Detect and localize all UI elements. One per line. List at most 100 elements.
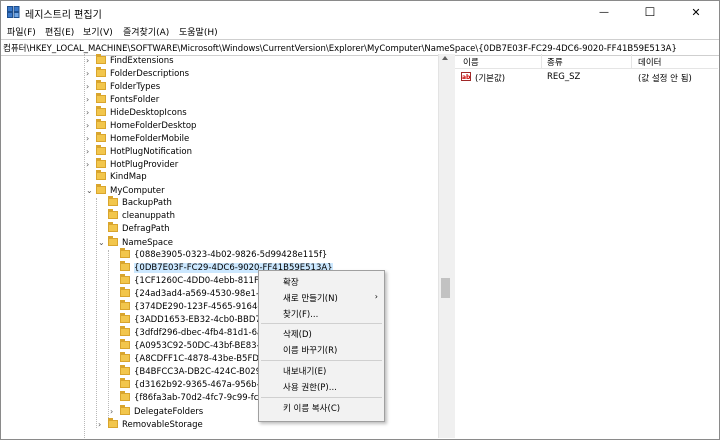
tree-item-homefolderdesktop[interactable]: › HomeFolderDesktop xyxy=(86,118,196,132)
folder-icon xyxy=(120,364,130,375)
expand-icon[interactable]: › xyxy=(86,67,96,80)
tree-item-hidedesktopicons[interactable]: › HideDesktopIcons xyxy=(86,105,187,119)
expand-icon[interactable]: › xyxy=(86,132,96,145)
tree-item-label: {A8CDFF1C-4878-43be-B5FD- xyxy=(134,354,262,364)
context-menu-export[interactable]: 내보내기(E) xyxy=(283,365,326,377)
folder-icon xyxy=(108,221,118,232)
expand-icon[interactable]: › xyxy=(86,106,96,119)
context-menu-new[interactable]: 새로 만들기(N) xyxy=(283,292,338,304)
tree-item-namespace-key[interactable]: {374DE290-123F-4565-9164- xyxy=(110,299,261,314)
tree-item-removablestorage[interactable]: › RemovableStorage xyxy=(98,417,203,431)
menu-file[interactable]: 파일(F) xyxy=(7,25,36,38)
column-header-type[interactable]: 종류 xyxy=(547,56,563,68)
tree-guide-line xyxy=(84,54,85,438)
tree-item-delegatefolders[interactable]: › DelegateFolders xyxy=(110,404,203,418)
tree-item-folderdescriptions[interactable]: › FolderDescriptions xyxy=(86,66,190,80)
menu-help[interactable]: 도움말(H) xyxy=(179,25,218,38)
folder-icon xyxy=(120,312,130,323)
context-menu-rename[interactable]: 이름 바꾸기(R) xyxy=(283,344,337,356)
tree-item-kindmap[interactable]: KindMap xyxy=(86,169,147,184)
tree-item-namespace-key[interactable]: {1CF1260C-4DD0-4ebb-811F- xyxy=(110,273,262,288)
folder-icon xyxy=(96,79,106,90)
tree-item-namespace-key[interactable]: {24ad3ad4-a569-4530-98e1-a xyxy=(110,286,264,301)
close-icon: ✕ xyxy=(691,5,701,19)
tree-item-namespace[interactable]: ⌄ NameSpace xyxy=(98,235,173,249)
tree-item-label: {f86fa3ab-70d2-4fc7-9c99-fcb xyxy=(134,393,264,403)
tree-item-label: FolderTypes xyxy=(110,82,161,92)
expand-icon[interactable]: › xyxy=(86,80,96,93)
menu-favorites[interactable]: 즐겨찾기(A) xyxy=(123,25,169,38)
tree-item-label: DefragPath xyxy=(122,224,170,234)
tree-item-namespace-key[interactable]: {B4BFCC3A-DB2C-424C-B029 xyxy=(110,364,261,379)
menu-edit[interactable]: 편집(E) xyxy=(45,25,74,38)
menu-view[interactable]: 보기(V) xyxy=(83,25,113,38)
tree-item-homefoldermobile[interactable]: › HomeFolderMobile xyxy=(86,131,189,145)
value-type: REG_SZ xyxy=(547,72,581,82)
scrollbar-thumb[interactable] xyxy=(441,278,450,298)
folder-icon xyxy=(108,417,118,428)
tree-guide-line xyxy=(96,198,97,428)
tree-item-label: FolderDescriptions xyxy=(110,69,190,79)
tree-item-defragpath[interactable]: DefragPath xyxy=(98,221,170,236)
tree-item-label: NameSpace xyxy=(122,238,173,248)
tree-item-foldertypes[interactable]: › FolderTypes xyxy=(86,79,161,93)
column-header-data[interactable]: 데이터 xyxy=(638,56,661,68)
expand-icon[interactable]: › xyxy=(86,54,96,67)
tree-item-mycomputer[interactable]: ⌄ MyComputer xyxy=(86,183,165,197)
context-menu-expand[interactable]: 확장 xyxy=(283,276,299,288)
folder-icon xyxy=(96,105,106,116)
value-name: (기본값) xyxy=(475,74,506,84)
tree-item-fontsfolder[interactable]: › FontsFolder xyxy=(86,92,159,106)
value-row[interactable]: ab (기본값) REG_SZ (값 설정 안 됨) xyxy=(455,71,718,84)
context-menu-delete[interactable]: 삭제(D) xyxy=(283,328,312,340)
context-menu-copy-key-name[interactable]: 키 이름 복사(C) xyxy=(283,402,340,414)
tree-item-namespace-key[interactable]: {d3162b92-9365-467a-956b- xyxy=(110,377,260,392)
menu-bar: 파일(F) 편집(E) 보기(V) 즐겨찾기(A) 도움말(H) xyxy=(1,23,719,39)
close-button[interactable]: ✕ xyxy=(673,1,719,23)
tree-item-label: {088e3905-0323-4b02-9826-5d99428e115f} xyxy=(134,250,328,260)
folder-icon xyxy=(108,235,118,246)
expand-icon[interactable]: › xyxy=(110,405,120,418)
folder-icon xyxy=(120,299,130,310)
expand-icon[interactable]: › xyxy=(86,93,96,106)
folder-icon xyxy=(120,390,130,401)
column-divider[interactable] xyxy=(541,54,542,68)
tree-vertical-scrollbar[interactable] xyxy=(438,54,452,438)
tree-guide-line xyxy=(108,250,109,420)
tree-item-label: {1CF1260C-4DD0-4ebb-811F- xyxy=(134,276,262,286)
column-header-name[interactable]: 이름 xyxy=(463,56,479,68)
expand-icon[interactable]: › xyxy=(86,158,96,171)
tree-item-namespace-key[interactable]: {A8CDFF1C-4878-43be-B5FD- xyxy=(110,351,262,366)
expand-icon[interactable]: › xyxy=(98,418,108,431)
values-pane: 이름 종류 데이터 ab (기본값) REG_SZ (값 설정 안 됨) xyxy=(455,54,718,438)
folder-icon xyxy=(120,273,130,284)
tree-item-label: {374DE290-123F-4565-9164- xyxy=(134,302,261,312)
tree-item-findextensions[interactable]: › FindExtensions xyxy=(86,54,174,67)
maximize-button[interactable]: ☐ xyxy=(627,1,673,23)
folder-icon xyxy=(96,144,106,155)
maximize-icon: ☐ xyxy=(644,5,656,19)
address-path[interactable]: 컴퓨터\HKEY_LOCAL_MACHINE\SOFTWARE\Microsof… xyxy=(3,42,677,54)
tree-item-namespace-key[interactable]: {088e3905-0323-4b02-9826-5d99428e115f} xyxy=(110,247,328,262)
tree-item-namespace-key[interactable]: {3dfdf296-dbec-4fb4-81d1-6a xyxy=(110,325,262,340)
expand-icon[interactable]: › xyxy=(86,119,96,132)
context-menu: 확장 새로 만들기(N) › 찾기(F)... 삭제(D) 이름 바꾸기(R) … xyxy=(258,270,385,422)
folder-icon xyxy=(120,338,130,349)
collapse-icon[interactable]: ⌄ xyxy=(86,184,96,197)
tree-item-namespace-key[interactable]: {f86fa3ab-70d2-4fc7-9c99-fcb xyxy=(110,390,264,405)
context-menu-permissions[interactable]: 사용 권한(P)... xyxy=(283,381,337,393)
collapse-icon[interactable]: ⌄ xyxy=(98,236,108,249)
folder-icon xyxy=(108,195,118,206)
tree-item-namespace-key[interactable]: {3ADD1653-EB32-4cb0-BBD7 xyxy=(110,312,261,327)
window-title: 레지스트리 편집기 xyxy=(25,10,102,21)
tree-item-namespace-key[interactable]: {A0953C92-50DC-43bf-BE83- xyxy=(110,338,260,353)
expand-icon[interactable]: › xyxy=(86,145,96,158)
folder-icon xyxy=(120,260,130,271)
column-divider[interactable] xyxy=(631,54,632,68)
minimize-icon: — xyxy=(599,6,609,18)
tree-item-hotplugnotification[interactable]: › HotPlugNotification xyxy=(86,144,192,158)
scroll-up-arrow-icon[interactable] xyxy=(442,56,448,60)
tree-item-label: {A0953C92-50DC-43bf-BE83- xyxy=(134,341,260,351)
minimize-button[interactable]: — xyxy=(581,1,627,23)
context-menu-find[interactable]: 찾기(F)... xyxy=(283,308,318,320)
